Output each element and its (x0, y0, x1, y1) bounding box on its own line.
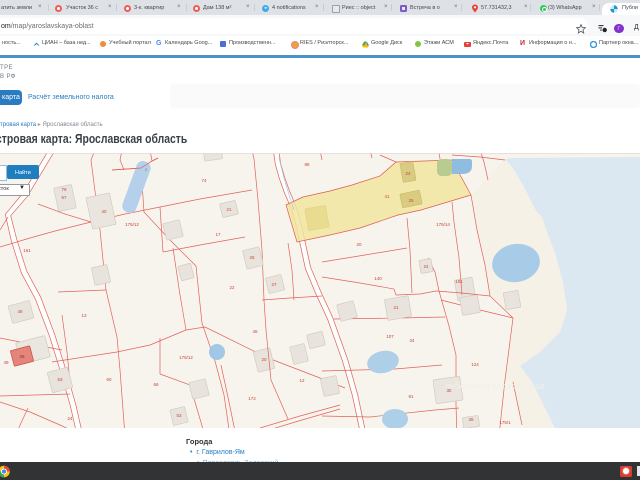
svg-text:91: 91 (408, 394, 414, 399)
svg-text:17: 17 (215, 232, 221, 237)
svg-text:34: 34 (409, 338, 415, 343)
svg-text:20: 20 (356, 242, 362, 247)
svg-text:79: 79 (61, 187, 67, 192)
svg-text:21: 21 (393, 305, 399, 310)
svg-text:101: 101 (455, 279, 463, 284)
svg-text:21: 21 (226, 207, 232, 212)
svg-text:25: 25 (408, 198, 414, 203)
svg-text:20: 20 (261, 357, 267, 362)
svg-text:172: 172 (248, 396, 256, 401)
svg-text:2: 2 (145, 168, 147, 172)
svg-text:175/14: 175/14 (436, 222, 450, 227)
svg-text:49: 49 (3, 360, 9, 365)
svg-text:88: 88 (304, 162, 310, 167)
svg-text:161: 161 (23, 248, 31, 253)
svg-text:48: 48 (17, 309, 23, 314)
svg-text:публичная кадастровая: публичная кадастровая (445, 381, 544, 391)
svg-text:26: 26 (19, 354, 25, 359)
svg-text:175/1: 175/1 (499, 420, 511, 425)
svg-text:124: 124 (471, 362, 479, 367)
svg-text:74: 74 (201, 178, 207, 183)
svg-text:24: 24 (67, 416, 73, 421)
svg-text:41: 41 (384, 194, 390, 199)
svg-text:66: 66 (153, 382, 159, 387)
svg-text:25: 25 (249, 255, 255, 260)
svg-text:40: 40 (101, 209, 107, 214)
svg-text:67: 67 (61, 195, 67, 200)
svg-text:27: 27 (271, 282, 277, 287)
svg-text:107: 107 (386, 334, 394, 339)
svg-text:24: 24 (424, 264, 429, 269)
svg-text:175/12: 175/12 (125, 222, 139, 227)
svg-text:12: 12 (299, 378, 305, 383)
svg-text:60: 60 (106, 377, 112, 382)
svg-text:36: 36 (468, 417, 474, 422)
svg-text:24: 24 (405, 171, 411, 176)
svg-text:53: 53 (57, 377, 63, 382)
svg-text:53: 53 (176, 413, 182, 418)
svg-text:13: 13 (81, 313, 87, 318)
svg-text:140: 140 (374, 276, 382, 281)
svg-text:46: 46 (252, 329, 258, 334)
svg-text:22: 22 (229, 285, 235, 290)
svg-text:175/12: 175/12 (179, 355, 193, 360)
